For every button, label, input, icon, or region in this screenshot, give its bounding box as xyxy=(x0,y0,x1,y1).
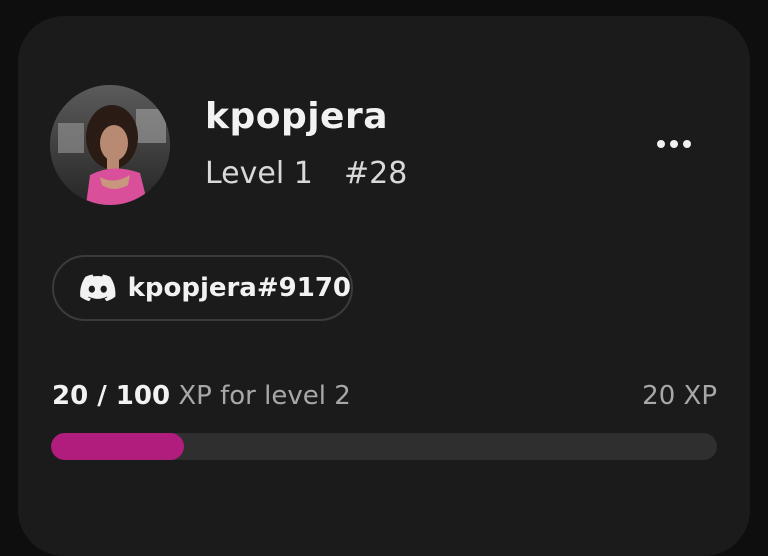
xp-progress-fill xyxy=(51,433,185,460)
more-options-icon[interactable] xyxy=(650,130,698,158)
xp-separator: / xyxy=(88,381,116,411)
avatar-image xyxy=(50,85,170,205)
discord-icon xyxy=(80,274,116,302)
xp-total: 20 XP xyxy=(642,381,717,411)
discord-tag: kpopjera#9170 xyxy=(127,273,351,303)
xp-current: 20 xyxy=(52,381,89,411)
xp-summary: 20 / 100 XP for level 2 20 XP xyxy=(52,378,717,414)
xp-progress-bar xyxy=(51,433,717,460)
discord-tag-pill[interactable]: kpopjera#9170 xyxy=(52,255,353,321)
xp-label: XP for level 2 xyxy=(170,381,351,411)
xp-required: 100 xyxy=(115,381,171,411)
username: kpopjera xyxy=(205,96,389,137)
rank-label: #28 xyxy=(344,156,408,191)
avatar xyxy=(50,85,170,205)
level-label: Level 1 xyxy=(205,156,313,191)
